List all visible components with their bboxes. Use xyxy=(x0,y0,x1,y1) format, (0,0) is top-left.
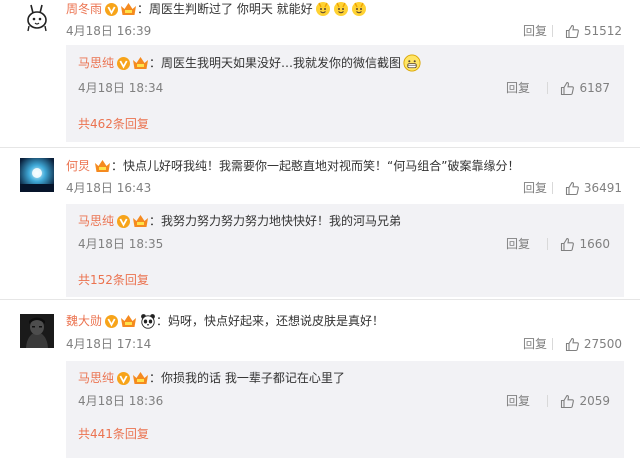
like-count: 27500 xyxy=(583,337,622,351)
meta-divider xyxy=(551,338,553,350)
comment-body: 何炅 ： 快点儿好呀我纯！我需要你一起憨直地对视而笑！“何马组合”破案靠缘分！ xyxy=(66,157,520,175)
like-button[interactable]: 6187 xyxy=(547,79,610,97)
reply-button[interactable]: 回复 xyxy=(506,392,530,410)
like-button[interactable]: 27500 xyxy=(551,335,622,353)
username-link[interactable]: 马思纯 xyxy=(78,212,114,230)
reply-text: 周医生我明天如果没好…我就发你的微信截图 xyxy=(161,56,402,70)
reply-date: 4月18日 18:34 xyxy=(78,81,164,95)
happy-doll-emoji-icon xyxy=(351,2,366,16)
happy-doll-emoji-icon xyxy=(315,2,330,16)
reply-button[interactable]: 回复 xyxy=(506,235,530,253)
reply-date: 4月18日 18:35 xyxy=(78,237,164,251)
like-count: 51512 xyxy=(583,24,622,38)
like-count: 36491 xyxy=(583,181,622,195)
reply-button[interactable]: 回复 xyxy=(523,22,547,40)
reply-button[interactable]: 回复 xyxy=(506,79,530,97)
meta-divider xyxy=(551,25,553,37)
meta-divider xyxy=(551,182,553,194)
username-link[interactable]: 马思纯 xyxy=(78,369,114,387)
verified-v-icon xyxy=(117,371,131,385)
reply-meta: 4月18日 18:35 回复 1660 xyxy=(78,235,610,253)
comment-thread: 周冬雨 ： 周医生判断过了 你明天 就能好 4月18日 16:39 回复 515… xyxy=(0,0,640,148)
username-link[interactable]: 魏大勋 xyxy=(66,312,102,330)
thumbs-up-icon xyxy=(561,237,575,251)
thumbs-up-icon xyxy=(565,24,579,38)
like-count: 2059 xyxy=(579,394,610,408)
avatar[interactable] xyxy=(20,314,54,348)
thumbs-up-icon xyxy=(565,181,579,195)
comment-meta: 4月18日 17:14 回复 27500 xyxy=(66,335,622,353)
username-link[interactable]: 何炅 xyxy=(66,157,90,175)
meta-divider xyxy=(547,395,549,407)
verified-v-icon xyxy=(117,214,131,228)
comment-text: 妈呀，快点好起来，还想说皮肤是真好！ xyxy=(168,314,385,328)
like-button[interactable]: 2059 xyxy=(547,392,610,410)
grin-emoji-icon xyxy=(403,54,421,72)
vip-crown-icon xyxy=(133,56,149,69)
verified-v-icon xyxy=(117,56,131,70)
verified-v-icon xyxy=(105,314,119,328)
view-all-replies-link[interactable]: 共152条回复 xyxy=(78,271,149,289)
thumbs-up-icon xyxy=(561,394,575,408)
view-all-replies-link[interactable]: 共462条回复 xyxy=(78,115,149,133)
like-count: 6187 xyxy=(579,81,610,95)
thumbs-up-icon xyxy=(561,81,575,95)
panda-icon xyxy=(141,314,155,329)
thumbs-up-icon xyxy=(565,337,579,351)
reply-body: 马思纯 ： 我努力努力努力努力地快快好！我的河马兄弟 xyxy=(78,212,402,230)
comment-date: 4月18日 16:39 xyxy=(66,24,152,38)
reply-text: 你损我的话 我一辈子都记在心里了 xyxy=(161,371,345,385)
vip-crown-icon xyxy=(95,159,111,172)
vip-crown-icon xyxy=(121,2,137,15)
reply-panel: 马思纯 ： 你损我的话 我一辈子都记在心里了 4月18日 18:36 回复 20… xyxy=(66,361,624,458)
comment-body: 周冬雨 ： 周医生判断过了 你明天 就能好 xyxy=(66,0,630,18)
vip-crown-icon xyxy=(133,214,149,227)
like-button[interactable]: 36491 xyxy=(551,179,622,197)
username-link[interactable]: 马思纯 xyxy=(78,54,114,72)
reply-panel: 马思纯 ： 周医生我明天如果没好…我就发你的微信截图 4月18日 18:34 回… xyxy=(66,45,624,142)
like-button[interactable]: 51512 xyxy=(551,22,622,40)
happy-doll-emoji-icon xyxy=(333,2,348,16)
reply-button[interactable]: 回复 xyxy=(523,335,547,353)
vip-crown-icon xyxy=(133,371,149,384)
reply-panel: 马思纯 ： 我努力努力努力努力地快快好！我的河马兄弟 4月18日 18:35 回… xyxy=(66,204,624,297)
meta-divider xyxy=(547,82,549,94)
avatar[interactable] xyxy=(20,158,54,192)
like-button[interactable]: 1660 xyxy=(547,235,610,253)
comment-text: 快点儿好呀我纯！我需要你一起憨直地对视而笑！“何马组合”破案靠缘分！ xyxy=(123,159,520,173)
comment-date: 4月18日 16:43 xyxy=(66,181,152,195)
username-link[interactable]: 周冬雨 xyxy=(66,0,102,18)
reply-date: 4月18日 18:36 xyxy=(78,394,164,408)
reply-body: 马思纯 ： 你损我的话 我一辈子都记在心里了 xyxy=(78,369,345,387)
reply-meta: 4月18日 18:36 回复 2059 xyxy=(78,392,610,410)
reply-button[interactable]: 回复 xyxy=(523,179,547,197)
reply-body: 马思纯 ： 周医生我明天如果没好…我就发你的微信截图 xyxy=(78,54,614,72)
meta-divider xyxy=(547,238,549,250)
comment-meta: 4月18日 16:39 回复 51512 xyxy=(66,22,622,40)
avatar[interactable] xyxy=(20,0,54,34)
like-count: 1660 xyxy=(579,237,610,251)
comment-text: 周医生判断过了 你明天 就能好 xyxy=(149,2,313,16)
vip-crown-icon xyxy=(121,314,137,327)
view-all-replies-link[interactable]: 共441条回复 xyxy=(78,425,149,443)
comment-thread: 魏大勋 ： 妈呀，快点好起来，还想说皮肤是真好！ 4月18日 17:14 回复 … xyxy=(0,299,640,458)
reply-text: 我努力努力努力努力地快快好！我的河马兄弟 xyxy=(161,214,402,228)
comment-body: 魏大勋 ： 妈呀，快点好起来，还想说皮肤是真好！ xyxy=(66,312,385,330)
comment-thread: 何炅 ： 快点儿好呀我纯！我需要你一起憨直地对视而笑！“何马组合”破案靠缘分！ … xyxy=(0,147,640,300)
comment-date: 4月18日 17:14 xyxy=(66,337,152,351)
verified-v-icon xyxy=(105,2,119,16)
reply-meta: 4月18日 18:34 回复 6187 xyxy=(78,79,610,97)
comment-meta: 4月18日 16:43 回复 36491 xyxy=(66,179,622,197)
